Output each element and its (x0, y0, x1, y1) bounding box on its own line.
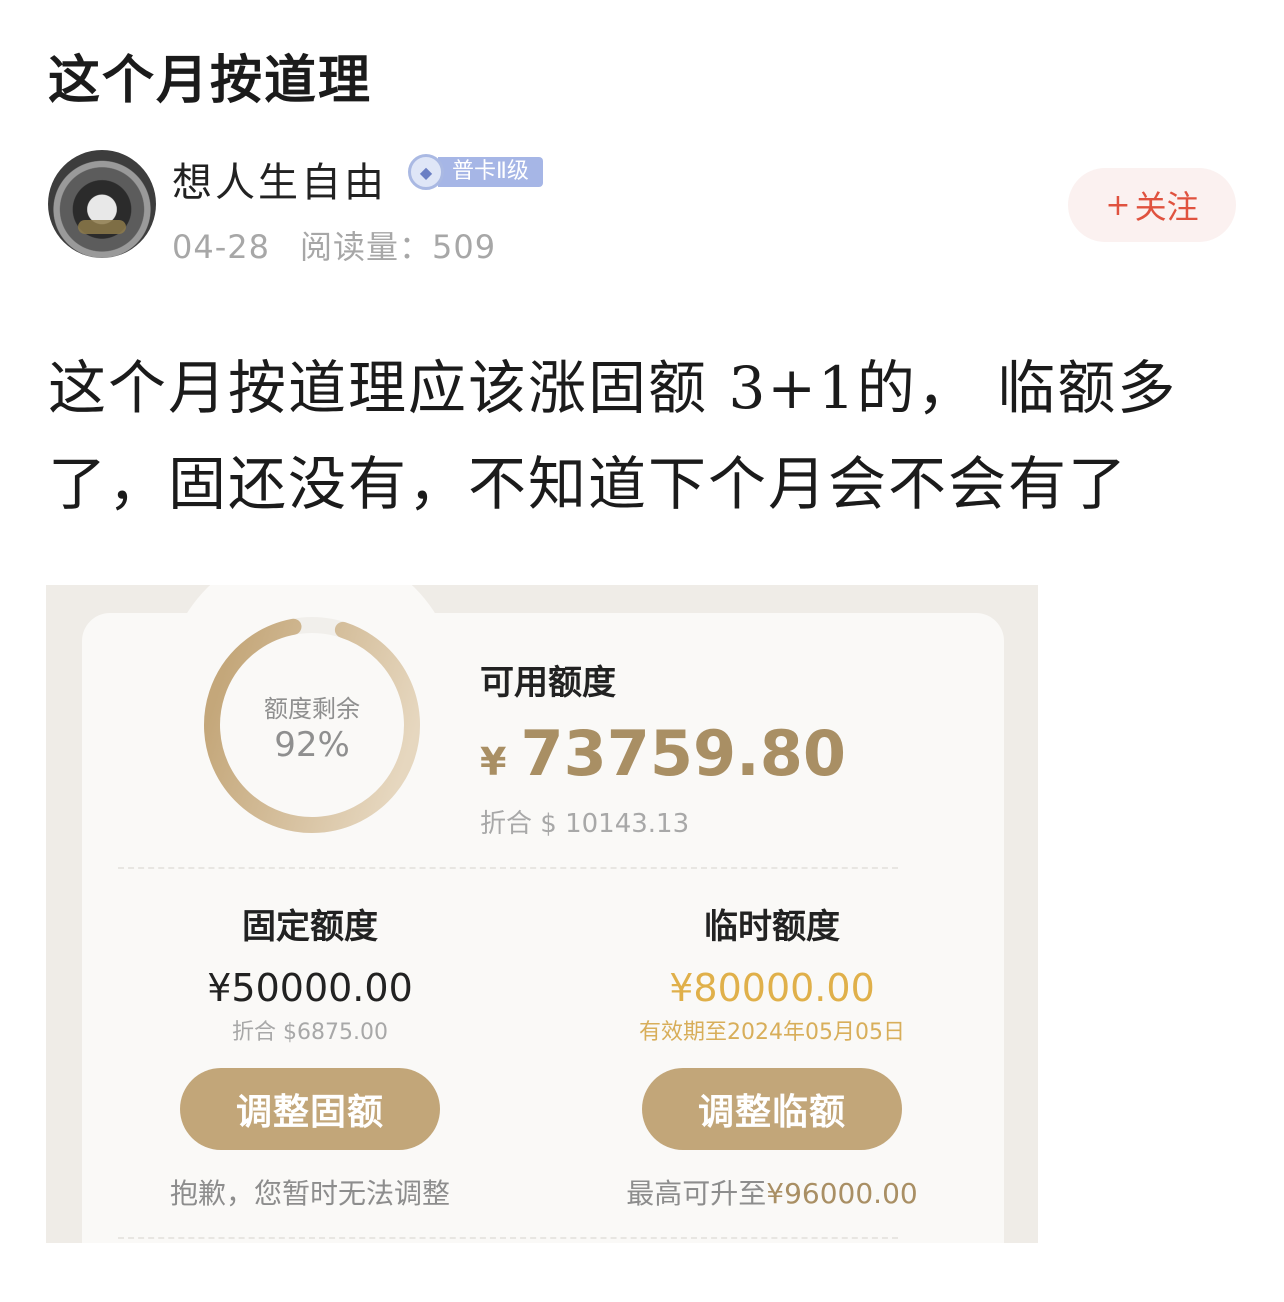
author-name[interactable]: 想人生自由 (172, 150, 387, 208)
post-body-formula: 3+1 (728, 354, 857, 422)
divider (118, 1237, 898, 1239)
read-count-value: 509 (432, 228, 497, 266)
post-meta: 04-28 阅读量：509 (172, 222, 496, 268)
fixed-credit-amount: ¥50000.00 (207, 966, 413, 1010)
plus-icon: + (1105, 187, 1131, 223)
temporary-credit-max: ¥96000.00 (766, 1177, 918, 1210)
available-credit-title: 可用额度 (480, 663, 616, 703)
avatar-emblem (78, 220, 126, 234)
temporary-credit-note-prefix: 最高可升至 (626, 1177, 767, 1210)
read-count-label: 阅读量： (299, 228, 432, 266)
currency-symbol: ¥ (480, 740, 507, 784)
divider (118, 867, 898, 869)
available-credit-amount: ¥ 73759.80 (480, 717, 846, 790)
post-date: 04-28 (172, 228, 270, 266)
follow-button[interactable]: + 关注 (1068, 168, 1236, 242)
post-body-part1: 这个月按道理应该涨固额 (48, 354, 729, 422)
ring-percent: 92% (274, 725, 350, 765)
avatar[interactable] (48, 150, 156, 258)
adjust-fixed-credit-button[interactable]: 调整固额 (180, 1068, 440, 1150)
temporary-credit-title: 临时额度 (704, 907, 840, 947)
fixed-credit-note: 抱歉，您暂时无法调整 (169, 1177, 450, 1210)
adjust-temporary-credit-button[interactable]: 调整临额 (642, 1068, 902, 1150)
available-credit-value: 73759.80 (520, 717, 846, 790)
fixed-credit-section: 固定额度 ¥50000.00 折合 $6875.00 调整固额 抱歉，您暂时无法… (100, 899, 520, 1212)
temporary-credit-note: 最高可升至¥96000.00 (562, 1172, 982, 1212)
temporary-credit-section: 临时额度 ¥80000.00 有效期至2024年05月05日 调整临额 最高可升… (562, 899, 982, 1212)
post-body: 这个月按道理应该涨固额 3+1的， 临额多了，固还没有，不知道下个月会不会有了 (48, 340, 1238, 532)
level-badge: ◆ 普卡Ⅱ级 (408, 154, 543, 190)
read-count: 阅读量：509 (300, 228, 496, 266)
level-badge-icon: ◆ (408, 154, 444, 190)
ring-caption: 额度剩余 (264, 695, 360, 723)
level-badge-label: 普卡Ⅱ级 (438, 157, 543, 187)
temporary-credit-expiry: 有效期至2024年05月05日 (639, 1020, 905, 1045)
fixed-credit-usd: 折合 $6875.00 (232, 1020, 388, 1045)
post-image[interactable]: 额度剩余 92% 可用额度 ¥ 73759.80 折合 $ 10143.13 固… (46, 585, 1038, 1243)
post-title: 这个月按道理 (48, 51, 373, 111)
fixed-credit-title: 固定额度 (242, 907, 378, 947)
temporary-credit-amount: ¥80000.00 (669, 966, 875, 1010)
available-credit-usd: 折合 $ 10143.13 (480, 809, 690, 839)
follow-label: 关注 (1134, 188, 1199, 226)
